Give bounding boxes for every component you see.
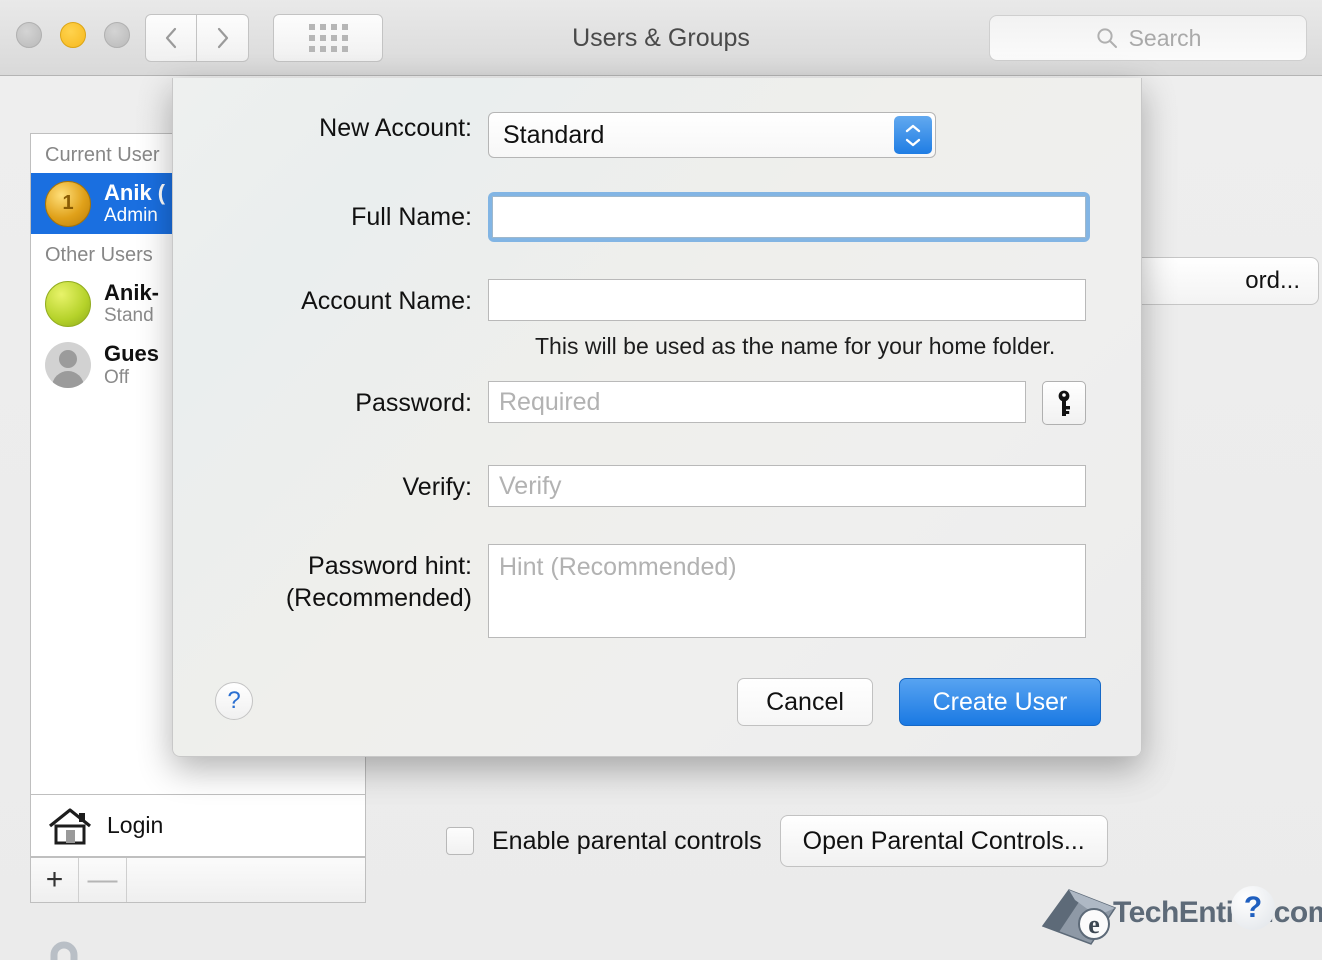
search-icon <box>1096 28 1117 48</box>
full-name-input[interactable] <box>492 196 1086 238</box>
unlocked-padlock-icon[interactable] <box>36 937 92 960</box>
lock-row: Click the lock to prevent further change… <box>36 937 571 960</box>
parental-controls-row: Enable parental controls Open Parental C… <box>446 815 1108 867</box>
account-name-label: Account Name: <box>301 287 472 315</box>
user-name: Anik ( <box>104 180 166 205</box>
search-placeholder: Search <box>1128 24 1202 51</box>
full-name-focus-ring <box>488 192 1090 242</box>
full-name-label: Full Name: <box>351 203 472 231</box>
password-assistant-button[interactable] <box>1042 381 1086 425</box>
watermark-text: TechEntice.com <box>1113 896 1322 929</box>
watermark-badge: ? <box>1231 886 1275 930</box>
watermark: e TechEntice.com ? <box>1035 880 1322 952</box>
user-name: Anik- <box>104 280 159 306</box>
verify-row: Verify: Verify <box>173 465 1086 507</box>
new-account-sheet: New Account: Standard Full Name: Account… <box>172 78 1142 757</box>
password-input[interactable]: Required <box>488 381 1026 423</box>
login-options-label: Login <box>107 812 164 838</box>
password-hint-label-line1: Password hint: <box>308 552 472 580</box>
new-account-type-select[interactable]: Standard <box>488 112 936 158</box>
user-name: Gues <box>104 341 160 367</box>
tennis-ball-avatar-icon <box>45 280 91 327</box>
new-account-label: New Account: <box>319 114 472 142</box>
password-hint-textarea[interactable]: Hint (Recommended) <box>488 544 1086 638</box>
change-password-button[interactable]: ord... <box>1129 257 1319 305</box>
create-user-button[interactable]: Create User <box>899 678 1101 726</box>
password-hint-label: Password hint: (Recommended) <box>173 544 488 614</box>
remove-user-button[interactable]: — <box>79 858 127 902</box>
enable-parental-controls-label: Enable parental controls <box>492 826 762 855</box>
password-placeholder: Required <box>499 387 601 416</box>
add-user-button[interactable]: + <box>31 858 79 902</box>
user-role: Admin <box>104 205 158 227</box>
medal-avatar-icon <box>45 180 91 227</box>
enable-parental-controls-checkbox[interactable] <box>446 827 474 855</box>
house-icon <box>49 807 91 844</box>
verify-label: Verify: <box>402 473 472 501</box>
full-name-row: Full Name: <box>173 192 1090 242</box>
password-row: Password: Required <box>173 381 1086 425</box>
account-name-row: Account Name: <box>173 279 1086 321</box>
new-account-row: New Account: Standard <box>173 112 936 158</box>
help-button[interactable]: ? <box>215 682 253 720</box>
chevron-up-down-icon[interactable] <box>894 116 932 154</box>
guest-person-avatar-icon <box>45 341 91 388</box>
cancel-button[interactable]: Cancel <box>737 678 873 726</box>
password-hint-placeholder: Hint (Recommended) <box>499 553 737 581</box>
login-options-row[interactable]: Login <box>30 795 366 857</box>
search-input[interactable]: Search <box>989 15 1307 61</box>
key-icon <box>1058 390 1070 416</box>
open-parental-controls-button[interactable]: Open Parental Controls... <box>779 815 1108 867</box>
password-label: Password: <box>355 389 472 417</box>
verify-placeholder: Verify <box>499 471 562 500</box>
svg-text:e: e <box>1088 910 1100 939</box>
password-hint-label-line2: (Recommended) <box>285 584 472 612</box>
sheet-button-row: Cancel Create User <box>737 678 1101 726</box>
verify-input[interactable]: Verify <box>488 465 1086 507</box>
account-name-input[interactable] <box>488 279 1086 321</box>
window-toolbar: Users & Groups Search <box>0 0 1322 76</box>
user-role: Stand <box>104 305 154 327</box>
user-list-toolbar: + — <box>30 857 366 903</box>
new-account-type-value: Standard <box>503 120 605 149</box>
password-hint-row: Password hint: (Recommended) Hint (Recom… <box>173 544 1086 638</box>
system-preferences-window: Users & Groups Search Current User Anik … <box>0 0 1322 960</box>
user-role: Off <box>104 366 129 388</box>
account-name-help-text: This will be used as the name for your h… <box>535 333 1056 359</box>
